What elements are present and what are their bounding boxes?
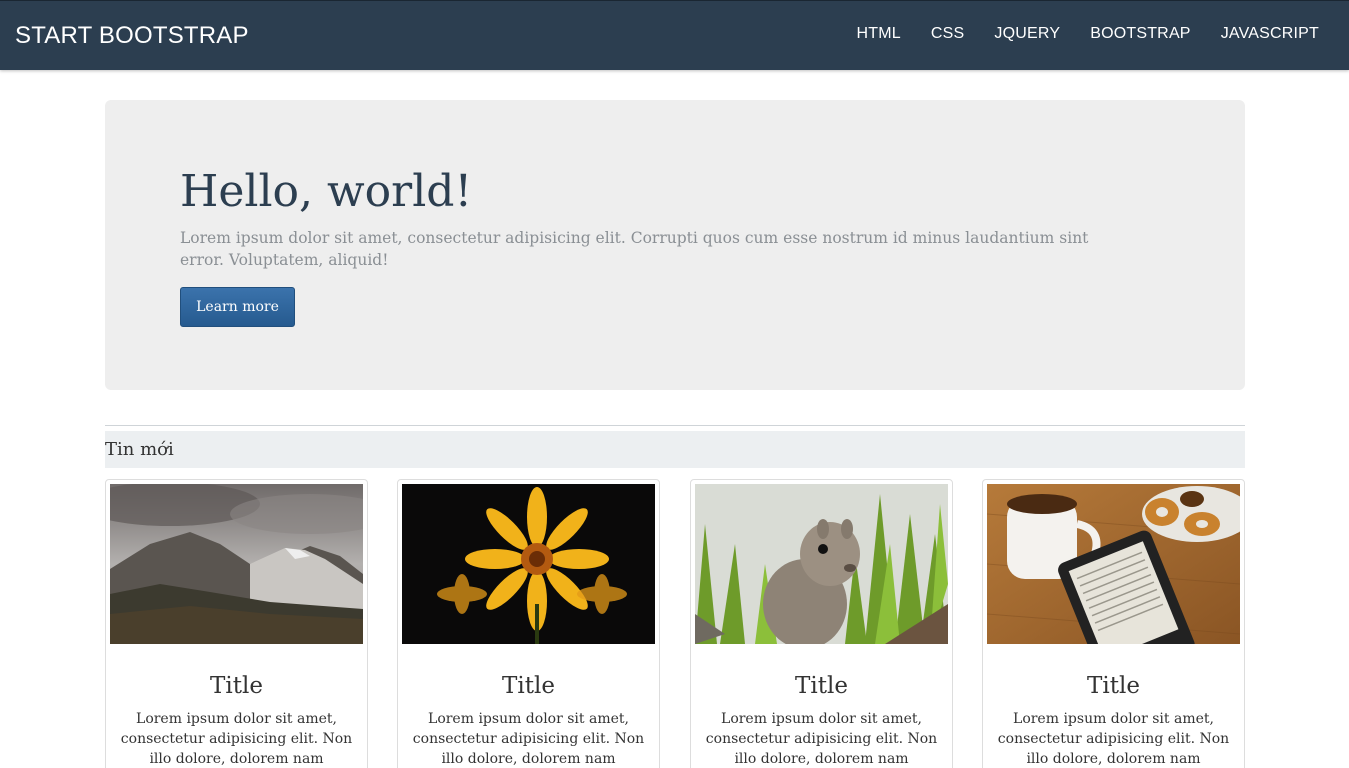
hero-heading: Hello, world!	[180, 166, 473, 217]
nav-item-jquery[interactable]: JQUERY	[994, 25, 1060, 43]
card-text: Lorem ipsum dolor sit amet, consectetur …	[705, 711, 938, 767]
mountain-photo[interactable]	[110, 484, 363, 644]
news-section-title: Tin mới	[105, 439, 174, 460]
news-card-1[interactable]: Title Lorem ipsum dolor sit amet, consec…	[105, 479, 368, 768]
section-divider	[105, 425, 1245, 426]
nav-item-html[interactable]: HTML	[857, 25, 901, 43]
news-card-4[interactable]: Title Lorem ipsum dolor sit amet, consec…	[982, 479, 1245, 768]
hero-text: Lorem ipsum dolor sit amet, consectetur …	[180, 229, 1089, 269]
hero-jumbotron: Hello, world! Lorem ipsum dolor sit amet…	[105, 100, 1245, 390]
nav-item-javascript[interactable]: JAVASCRIPT	[1221, 25, 1319, 43]
news-card-3[interactable]: Title Lorem ipsum dolor sit amet, consec…	[690, 479, 953, 768]
card-text: Lorem ipsum dolor sit amet, consectetur …	[120, 711, 353, 767]
nav-menu: HTML CSS JQUERY BOOTSTRAP JAVASCRIPT	[827, 25, 1319, 43]
card-title: Title	[502, 673, 555, 699]
top-navbar: START BOOTSTRAP HTML CSS JQUERY BOOTSTRA…	[0, 0, 1349, 70]
squirrel-photo[interactable]	[695, 484, 948, 644]
nav-item-bootstrap[interactable]: BOOTSTRAP	[1090, 25, 1190, 43]
news-card-2[interactable]: Title Lorem ipsum dolor sit amet, consec…	[397, 479, 660, 768]
card-title: Title	[210, 673, 263, 699]
learn-more-button[interactable]: Learn more	[180, 287, 295, 327]
nav-item-css[interactable]: CSS	[931, 25, 965, 43]
brand-link[interactable]: START BOOTSTRAP	[15, 22, 249, 50]
flower-photo[interactable]	[402, 484, 655, 644]
coffee-ereader-photo[interactable]	[987, 484, 1240, 644]
card-text: Lorem ipsum dolor sit amet, consectetur …	[412, 711, 645, 767]
card-text: Lorem ipsum dolor sit amet, consectetur …	[997, 711, 1230, 767]
card-title: Title	[795, 673, 848, 699]
news-section-header: Tin mới	[105, 431, 1245, 468]
card-title: Title	[1087, 673, 1140, 699]
